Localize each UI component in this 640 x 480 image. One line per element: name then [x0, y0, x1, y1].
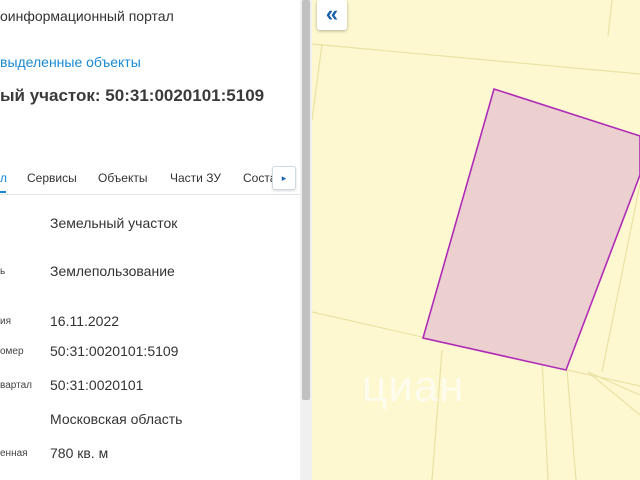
boundary-line	[607, 0, 613, 37]
property-value-cadastral-number: 50:31:0020101:5109	[50, 343, 179, 359]
property-value-subtype: Землепользование	[50, 263, 175, 279]
boundary-line	[587, 371, 640, 416]
boundary-line	[312, 43, 640, 75]
tabs-next-button[interactable]: ▸	[272, 166, 296, 190]
property-label-cadastral-quarter: вартал	[0, 380, 32, 391]
boundary-line	[312, 43, 323, 121]
object-title: ый участок: 50:31:0020101:5109	[0, 86, 265, 105]
property-label-area: енная	[0, 448, 28, 459]
info-panel: оинформационный портал выделенные объект…	[0, 0, 300, 480]
tab-parcel-parts[interactable]: Части ЗУ	[170, 171, 221, 185]
property-label-cadastral-number: омер	[0, 346, 24, 357]
active-tab-indicator	[0, 191, 6, 193]
property-value-date: 16.11.2022	[50, 313, 120, 329]
panel-scrollbar[interactable]	[300, 0, 312, 480]
cadastral-map[interactable]: циан «	[312, 0, 640, 480]
watermark-text: циан	[362, 362, 465, 411]
collapse-panel-button[interactable]: «	[317, 0, 347, 30]
tab-general[interactable]: л	[0, 171, 7, 185]
double-chevron-left-icon: «	[325, 1, 339, 26]
chevron-right-icon: ▸	[281, 173, 287, 183]
property-value-area: 780 кв. м	[50, 445, 109, 461]
property-value-type: Земельный участок	[50, 215, 178, 231]
tab-services[interactable]: Сервисы	[27, 171, 77, 185]
boundary-line	[541, 359, 549, 480]
portal-title: оинформационный портал	[0, 8, 174, 24]
property-label-date: ия	[0, 316, 12, 327]
selected-objects-link[interactable]: выделенные объекты	[0, 54, 141, 70]
scrollbar-thumb[interactable]	[302, 0, 310, 400]
tab-bar: л Сервисы Объекты Части ЗУ Соста	[0, 166, 300, 195]
selected-parcel-polygon	[421, 87, 640, 371]
boundary-line	[566, 369, 577, 480]
tab-objects[interactable]: Объекты	[98, 171, 148, 185]
property-value-region: Московская область	[50, 411, 183, 427]
boundary-line	[587, 371, 640, 396]
property-label-subtype: ь	[0, 266, 6, 277]
property-value-cadastral-quarter: 50:31:0020101	[50, 377, 144, 393]
